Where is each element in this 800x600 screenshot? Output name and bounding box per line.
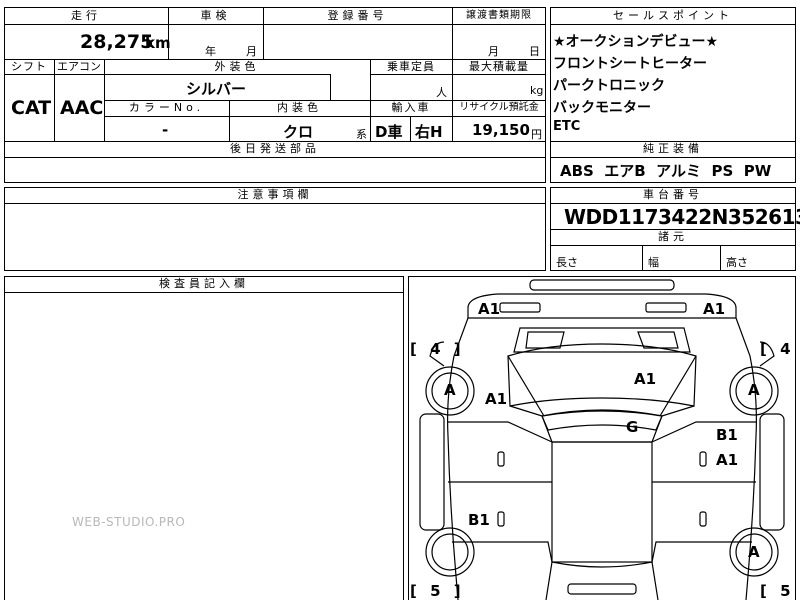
width-label: 幅 [648,256,659,269]
mark-door-front-right-b: B1 [716,426,738,444]
inspector-box [4,276,404,600]
registration-header: 登録番号 [327,9,388,22]
mark-side-left-bottom: [ 5 ] [410,582,465,600]
transfer-day-unit: 日 [529,45,540,58]
interior-color-header: 内装色 [277,101,322,114]
mark-side-left-top: [ 4 ] [410,340,465,358]
inspection-header: 車検 [200,9,231,22]
mark-tire-front-right: A [748,381,760,399]
mileage-value: 28,275 [80,31,154,53]
recycle-header: リサイクル預託金 [459,102,539,113]
height-label: 高さ [726,256,748,269]
sales-point-item: ETC [553,119,581,134]
color-no-value: - [162,121,169,139]
mark-door-front-right-a: A1 [716,451,739,469]
exterior-color-header: 外装色 [214,60,260,73]
sales-points-header: セールスポイント [613,9,733,22]
mark-hood: A1 [634,370,657,388]
watermark: WEB-STUDIO.PRO [72,515,186,529]
import-value-2: 右H [415,123,443,141]
mark-front-left: A1 [478,300,501,318]
sales-point-item: パークトロニック [553,78,665,94]
chassis-number: WDD1173422N352613 [564,205,800,229]
shipping-parts-header: 後日発送部品 [230,142,320,155]
equipment-header: 純正装備 [643,142,703,155]
equipment-value: ABS エアB アルミ PS PW [560,162,772,180]
mark-front-right: A1 [703,300,726,318]
shift-value: CAT [11,97,52,119]
mark-side-right-top: [ 4 ] [760,340,800,358]
inspection-month-unit: 月 [246,45,257,58]
max-load-header: 最大積載量 [469,60,529,73]
notes-header: 注意事項欄 [237,188,313,201]
inspection-year-unit: 年 [205,45,216,58]
capacity-header: 乗車定員 [387,60,435,73]
mark-tire-rear-right: A [748,543,760,561]
shift-header: シフト [11,60,47,73]
transfer-month-unit: 月 [488,45,499,58]
exterior-color-value: シルバー [186,80,247,98]
chassis-header: 車台番号 [643,188,703,201]
aircon-value: AAC [60,97,104,119]
sales-point-item: バックモニター [553,100,651,116]
mark-door-front-left: A1 [485,390,508,408]
aircon-header: エアコン [57,60,101,73]
load-unit: kg [530,84,544,97]
interior-color-suffix: 系 [356,128,367,141]
recycle-value: 19,150 [472,121,530,139]
length-label: 長さ [556,256,578,269]
dimensions-header: 諸元 [658,230,688,243]
import-header: 輸入車 [391,101,431,114]
capacity-unit: 人 [436,86,447,99]
mark-roof: G [626,418,639,436]
mileage-header: 走行 [71,9,101,22]
inspector-header: 検査員記入欄 [159,277,249,290]
recycle-unit: 円 [531,128,542,141]
sales-point-item: ★オークションデビュー★ [553,34,719,50]
transfer-deadline-header: 譲渡書類期限 [466,10,532,21]
mark-side-right-bottom: [ 5 ] [760,582,800,600]
mark-door-rear-left: B1 [468,511,490,529]
mark-tire-front-left: A [444,381,456,399]
sales-point-item: フロントシートヒーター [553,56,707,72]
mileage-unit: km [145,34,171,52]
interior-color-value: クロ [283,123,314,141]
color-no-header: カラーNo. [128,101,205,114]
import-value-1: D車 [375,123,403,141]
